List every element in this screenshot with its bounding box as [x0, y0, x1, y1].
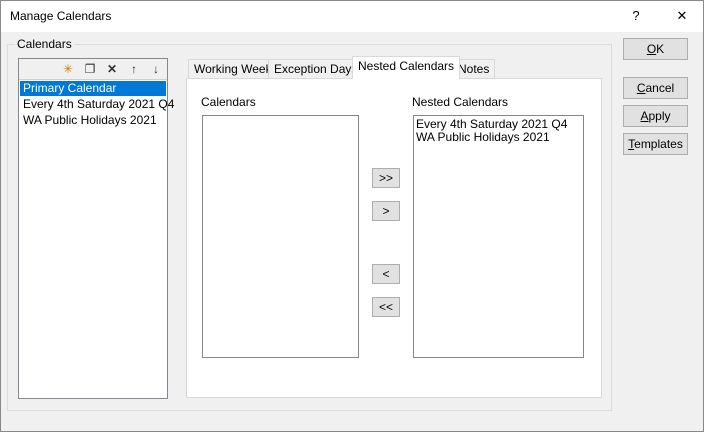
tab-exception-days[interactable]: Exception Days	[268, 59, 364, 79]
ok-label: K	[656, 42, 665, 56]
nested-list-item[interactable]: WA Public Holidays 2021	[416, 131, 581, 144]
move-up-icon[interactable]: ↑	[125, 61, 143, 78]
templates-button[interactable]: Templates	[623, 133, 688, 155]
templates-label: emplates	[634, 137, 683, 151]
ok-accel: O	[646, 42, 657, 56]
add-button[interactable]: >	[372, 201, 400, 221]
copy-icon[interactable]: ❐	[81, 61, 99, 78]
apply-label: pply	[648, 109, 671, 123]
available-calendars-list[interactable]	[202, 115, 359, 358]
help-button[interactable]: ?	[621, 5, 651, 27]
nested-calendars-label: Nested Calendars	[412, 95, 509, 109]
ok-button[interactable]: OK	[623, 38, 688, 60]
move-down-icon[interactable]: ↓	[147, 61, 165, 78]
new-icon[interactable]: ✳	[59, 61, 77, 78]
close-button[interactable]: ✕	[667, 5, 697, 27]
add-all-button[interactable]: >>	[372, 168, 400, 188]
window-title: Manage Calendars	[10, 9, 112, 23]
apply-button[interactable]: Apply	[623, 105, 688, 127]
calendar-list-item[interactable]: Primary Calendar	[20, 81, 166, 96]
remove-button[interactable]: <	[372, 264, 400, 284]
tab-working-week[interactable]: Working Week	[188, 59, 278, 79]
manage-calendars-dialog: Manage Calendars ? ✕ Calendars ✳ ❐ ✕ ↑ ↓…	[0, 0, 704, 432]
remove-all-button[interactable]: <<	[372, 297, 400, 317]
calendar-list-panel: ✳ ❐ ✕ ↑ ↓ Primary Calendar Every 4th Sat…	[18, 58, 174, 399]
cancel-button[interactable]: Cancel	[623, 77, 688, 99]
title-bar: Manage Calendars ? ✕	[1, 1, 703, 32]
available-calendars-label: Calendars	[201, 95, 256, 109]
calendars-group-label: Calendars	[15, 37, 74, 51]
cancel-label: ancel	[645, 81, 675, 95]
calendar-list-item[interactable]: Every 4th Saturday 2021 Q4	[20, 97, 174, 112]
delete-icon[interactable]: ✕	[103, 61, 121, 78]
calendar-toolbar: ✳ ❐ ✕ ↑ ↓	[19, 59, 167, 80]
nested-calendars-list[interactable]: Every 4th Saturday 2021 Q4 WA Public Hol…	[413, 115, 584, 358]
apply-accel: A	[640, 109, 649, 123]
calendar-list-item[interactable]: WA Public Holidays 2021	[20, 113, 166, 128]
tab-nested-calendars[interactable]: Nested Calendars	[352, 56, 461, 79]
